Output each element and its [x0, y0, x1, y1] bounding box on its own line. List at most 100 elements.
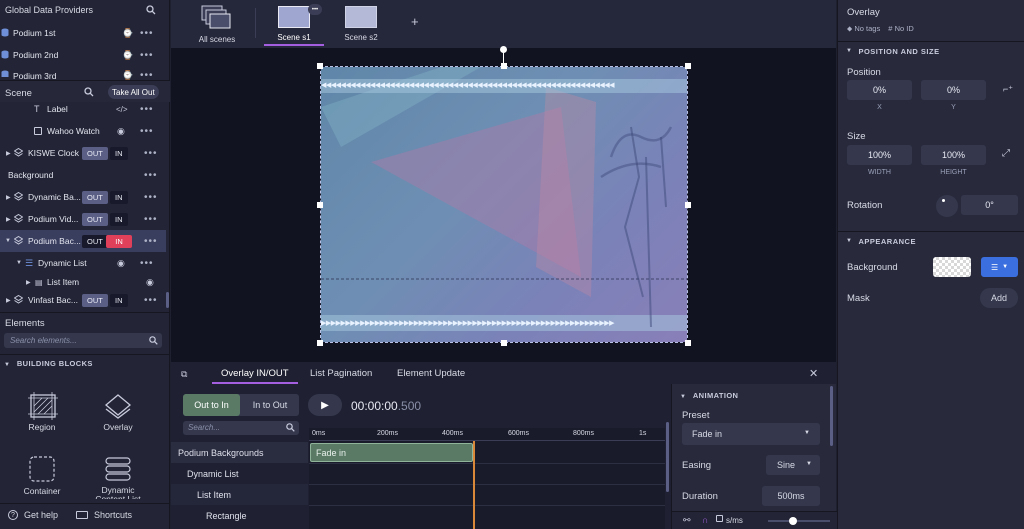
provider-row[interactable]: Podium 1st ⌚ ••• [0, 22, 166, 44]
provider-row[interactable]: Podium 3rd ⌚ ••• [0, 66, 166, 80]
more-icon[interactable]: ••• [140, 28, 154, 39]
code-icon[interactable]: </> [116, 105, 128, 114]
timeline-scrollbar[interactable] [666, 422, 669, 492]
resize-handle-top[interactable] [501, 63, 507, 69]
more-icon[interactable]: ••• [144, 148, 158, 159]
resize-handle-br[interactable] [685, 340, 691, 346]
add-mask-button[interactable]: Add [980, 288, 1018, 308]
watch-icon[interactable]: ⌚ [122, 28, 133, 39]
more-icon[interactable]: ••• [140, 104, 154, 115]
appearance-header[interactable]: ▼ APPEARANCE [838, 232, 1024, 250]
overlay-preview[interactable]: ◀◀◀◀◀◀◀◀◀◀◀◀◀◀◀◀◀◀◀◀◀◀◀◀◀◀◀◀◀◀◀◀◀◀◀◀◀◀◀◀… [320, 66, 688, 343]
position-x-input[interactable]: 0% [847, 80, 912, 100]
tree-row-label[interactable]: T Label </> ••• [0, 98, 166, 120]
no-id-label[interactable]: No ID [895, 24, 914, 33]
scene-more-button[interactable]: ••• [308, 4, 322, 15]
more-icon[interactable]: ••• [140, 126, 154, 137]
add-scene-button[interactable]: + [411, 14, 419, 29]
rotate-handle[interactable] [500, 46, 507, 53]
get-help-link[interactable]: ? Get help [8, 510, 58, 520]
clip-fade-in[interactable]: Fade in [310, 443, 473, 462]
chevron-right-icon[interactable]: ▶ [6, 297, 11, 304]
resize-handle-right[interactable] [685, 202, 691, 208]
canvas-area[interactable]: ◀◀◀◀◀◀◀◀◀◀◀◀◀◀◀◀◀◀◀◀◀◀◀◀◀◀◀◀◀◀◀◀◀◀◀◀◀◀◀◀… [171, 46, 836, 362]
position-y-input[interactable]: 0% [921, 80, 986, 100]
out-button[interactable]: OUT [82, 212, 108, 226]
out-button[interactable]: OUT [82, 234, 108, 248]
all-scenes-button[interactable]: All scenes [195, 5, 235, 44]
eye-icon[interactable]: ◉ [117, 258, 125, 269]
calendar-icon[interactable] [716, 515, 723, 522]
chevron-right-icon[interactable]: ▶ [6, 194, 11, 201]
more-icon[interactable]: ••• [144, 170, 158, 181]
scene-tree-scrollbar[interactable] [166, 292, 169, 308]
track-row[interactable]: Podium Backgrounds [171, 442, 308, 463]
search-icon[interactable] [146, 5, 156, 15]
resize-icon[interactable]: ⤢ [1002, 148, 1010, 159]
scene-tab-s2[interactable]: Scene s2 [331, 4, 391, 44]
magnet-icon[interactable]: ∩ [702, 515, 708, 525]
tree-row-dynamic-ba[interactable]: ▶ Dynamic Ba... OUT IN ••• [0, 186, 166, 208]
height-input[interactable]: 100% [921, 145, 986, 165]
chevron-down-icon[interactable]: ▼ [16, 260, 22, 266]
animation-scrollbar[interactable] [830, 386, 833, 446]
more-icon[interactable]: ••• [140, 258, 154, 269]
track-row[interactable]: Dynamic List [171, 463, 308, 484]
rotation-dial[interactable] [936, 195, 958, 217]
resize-handle-tl[interactable] [317, 63, 323, 69]
block-overlay[interactable]: Overlay [88, 390, 148, 438]
shortcuts-link[interactable]: Shortcuts [76, 510, 132, 520]
out-button[interactable]: OUT [82, 146, 108, 160]
elements-search-input[interactable]: Search elements... [4, 333, 162, 348]
play-button[interactable]: ▶ [308, 394, 342, 416]
in-button[interactable]: IN [106, 234, 132, 248]
preset-select[interactable]: Fade in ▼ [682, 423, 820, 445]
more-icon[interactable]: ••• [144, 295, 158, 306]
rotation-input[interactable]: 0° [961, 195, 1018, 215]
watch-icon[interactable]: ⌚ [122, 70, 133, 80]
tree-row-background[interactable]: Background ••• [0, 164, 166, 186]
tab-element-update[interactable]: Element Update [397, 368, 465, 379]
watch-icon[interactable]: ⌚ [122, 50, 133, 61]
in-button[interactable]: IN [110, 190, 128, 204]
in-button[interactable]: IN [110, 146, 128, 160]
easing-select[interactable]: Sine ▼ [766, 455, 820, 475]
more-icon[interactable]: ••• [140, 70, 154, 80]
block-region[interactable]: Region [12, 390, 72, 438]
zoom-slider-thumb[interactable] [788, 517, 797, 525]
tab-overlay-in-out[interactable]: Overlay IN/OUT [221, 368, 289, 379]
link-icon[interactable]: ⚯ [683, 515, 691, 526]
tree-row-kiswe[interactable]: ▶ KISWE Clock OUT IN ••• [0, 142, 166, 164]
duration-input[interactable]: 500ms [762, 486, 820, 506]
provider-row[interactable]: Podium 2nd ⌚ ••• [0, 44, 166, 66]
data-source-button[interactable]: ☰ ▼ [981, 257, 1018, 277]
out-button[interactable]: OUT [82, 293, 108, 307]
tree-row-wahoo[interactable]: Wahoo Watch ◉ ••• [0, 120, 166, 142]
resize-handle-bottom[interactable] [501, 340, 507, 346]
more-icon[interactable]: ••• [144, 214, 158, 225]
resize-handle-bl[interactable] [317, 340, 323, 346]
resize-handle-tr[interactable] [685, 63, 691, 69]
tab-list-pagination[interactable]: List Pagination [310, 368, 372, 379]
anchor-icon[interactable]: ⌐⁺ [1003, 84, 1013, 95]
chevron-right-icon[interactable]: ▶ [26, 279, 31, 286]
chevron-right-icon[interactable]: ▶ [6, 150, 11, 157]
tree-row-podium-vid[interactable]: ▶ Podium Vid... OUT IN ••• [0, 208, 166, 230]
more-icon[interactable]: ••• [144, 192, 158, 203]
eye-icon[interactable]: ◉ [146, 277, 154, 288]
timeline-layout-icon[interactable]: ⧉ [181, 369, 187, 380]
zoom-slider[interactable] [768, 517, 830, 525]
playhead[interactable] [473, 441, 475, 529]
in-to-out-button[interactable]: In to Out [241, 394, 299, 416]
eye-icon[interactable]: ◉ [117, 126, 125, 137]
timeline-search-input[interactable]: Search... [183, 421, 299, 435]
no-tags-label[interactable]: No tags [854, 24, 880, 33]
scene-tab-s1[interactable]: ••• Scene s1 [264, 4, 324, 46]
block-container[interactable]: Container [12, 454, 72, 499]
track-row[interactable]: Rectangle [171, 505, 308, 526]
block-dynamic-content-list[interactable]: Dynamic Content List [88, 454, 148, 499]
more-icon[interactable]: ••• [140, 50, 154, 61]
in-button[interactable]: IN [110, 293, 128, 307]
background-color-swatch[interactable] [933, 257, 971, 277]
chevron-down-icon[interactable]: ▼ [5, 238, 11, 244]
